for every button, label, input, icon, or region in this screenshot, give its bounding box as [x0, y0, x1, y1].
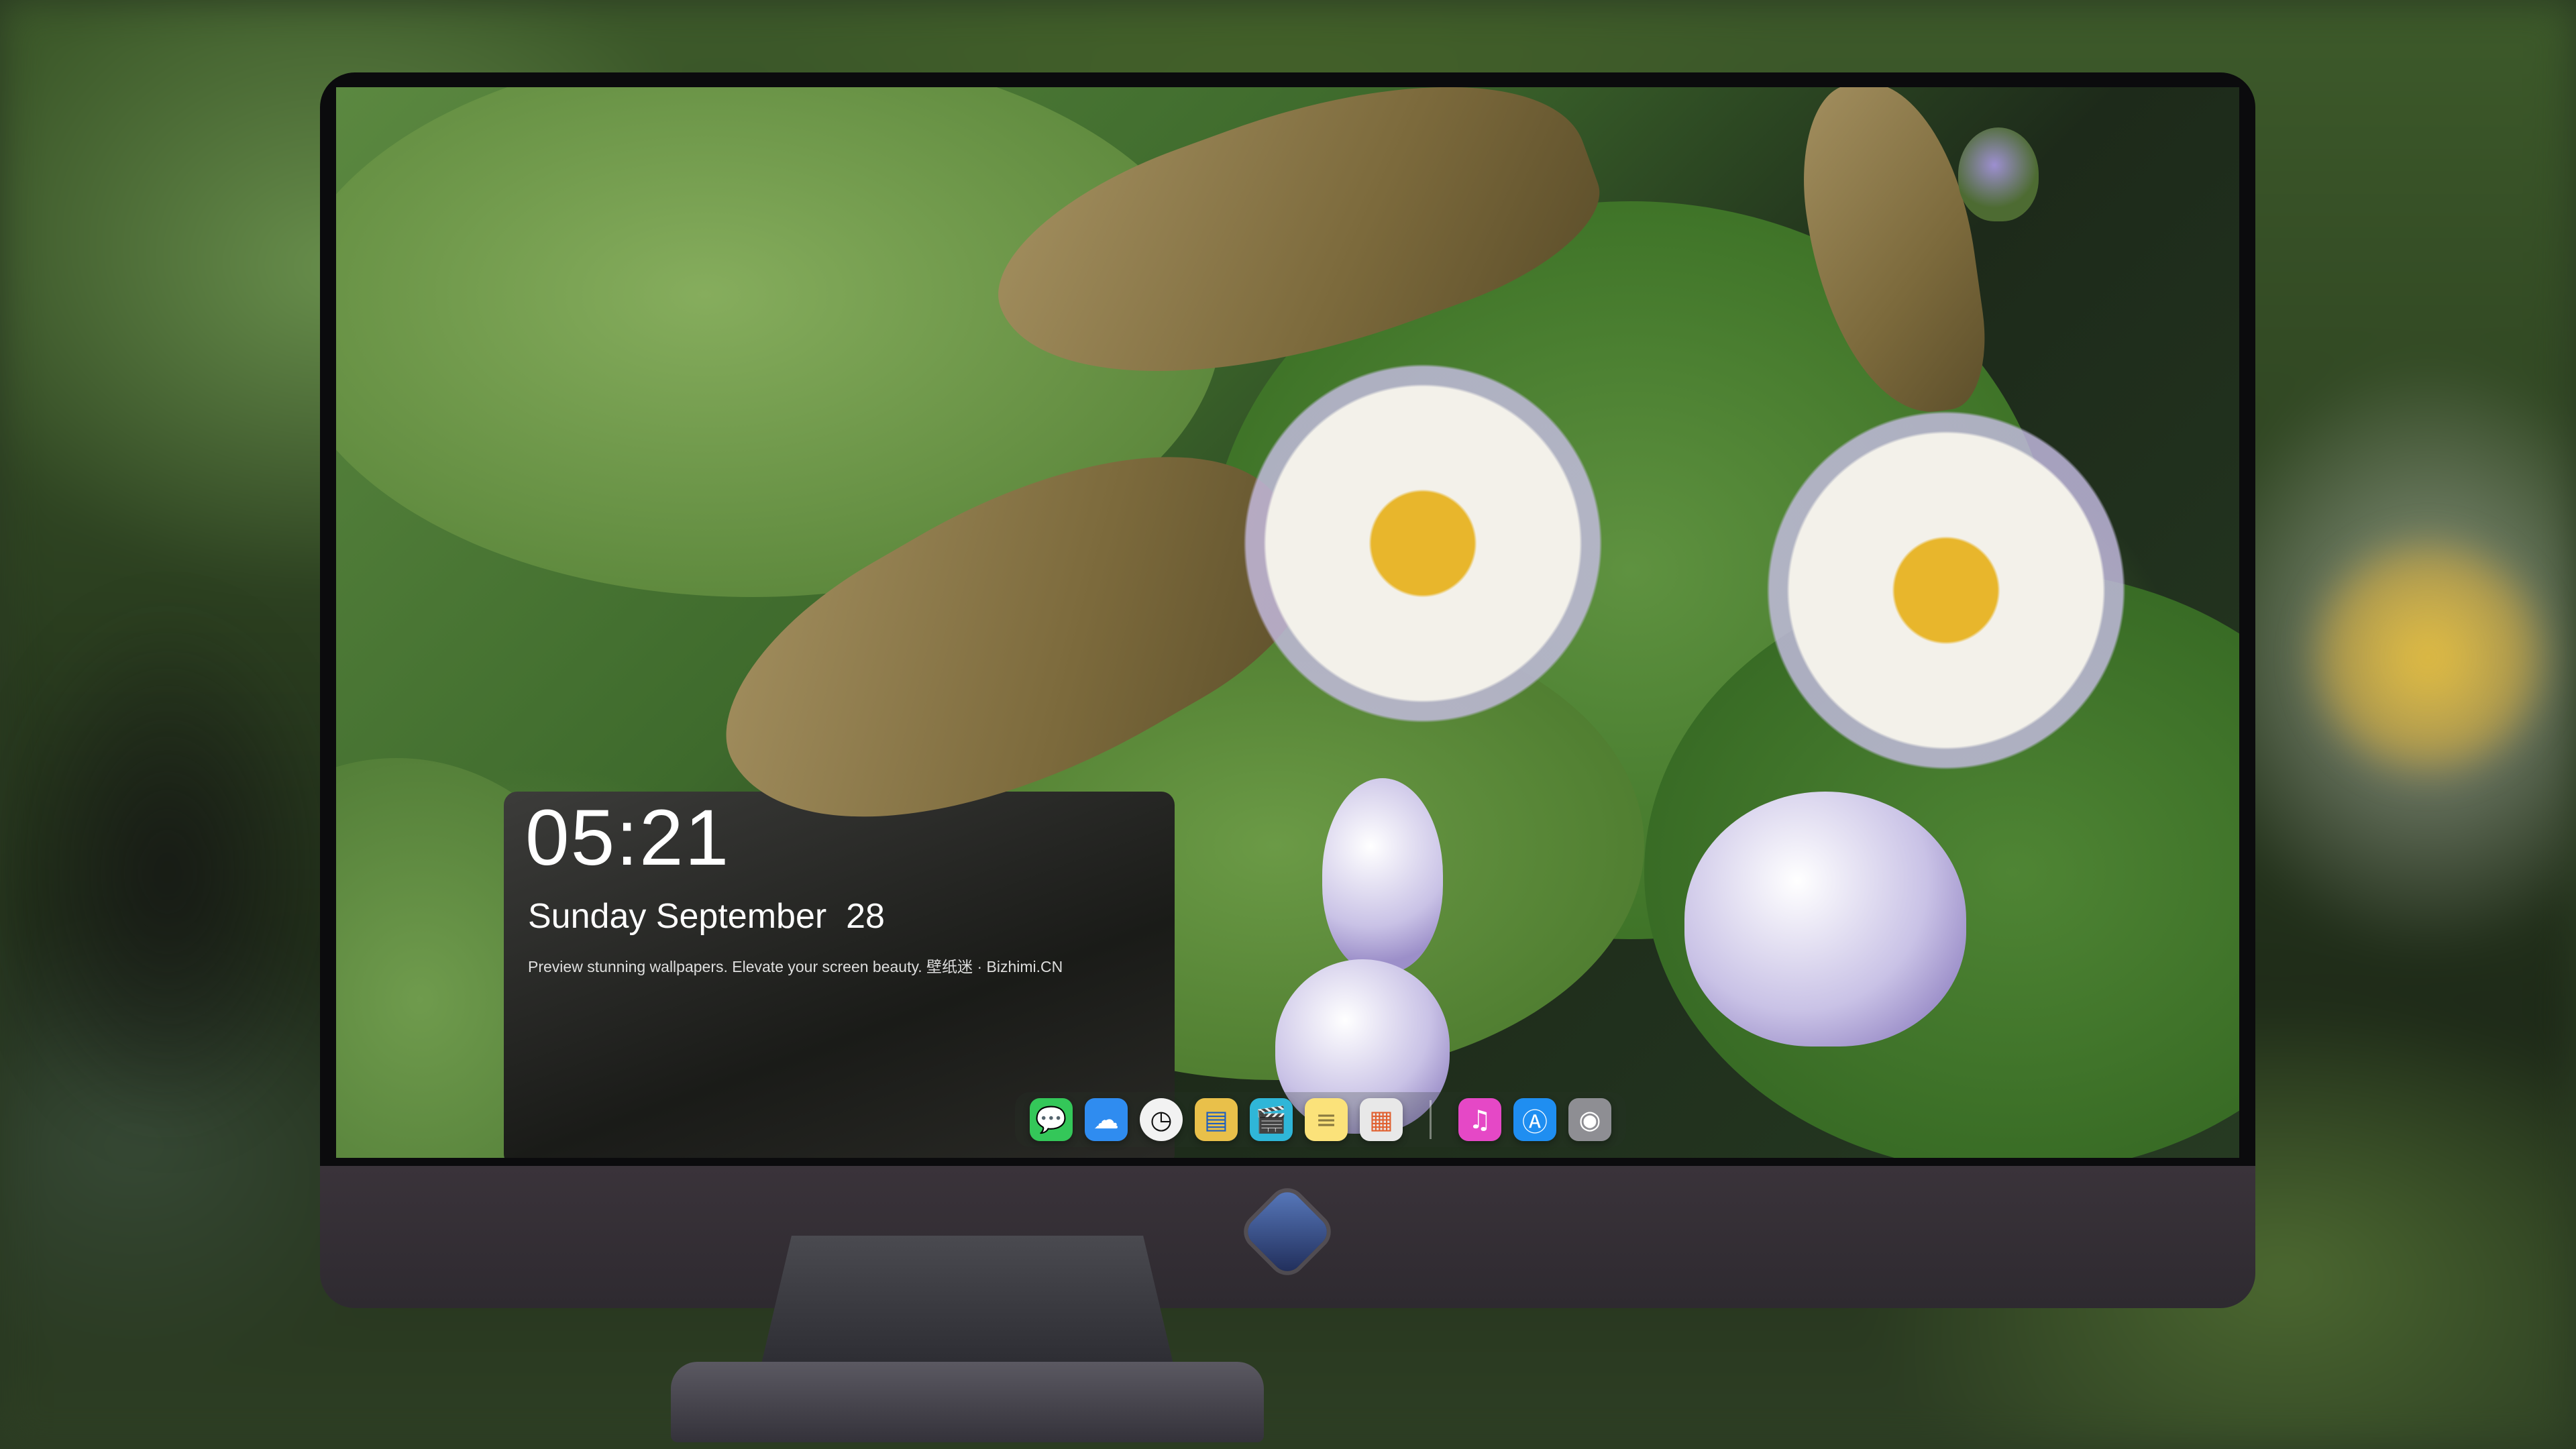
mascot-logo-icon [1242, 1186, 1333, 1277]
monitor: 05:21 Sunday September 28 Preview stunni… [320, 72, 2255, 1308]
preview-icon[interactable]: ▤ [1195, 1098, 1238, 1141]
blurred-shadow [0, 604, 335, 1140]
screen: 05:21 Sunday September 28 Preview stunni… [336, 87, 2239, 1158]
music-note-icon[interactable]: ♫ [1458, 1098, 1501, 1141]
water-lily-flower [1745, 389, 2147, 792]
camera-icon[interactable]: ◉ [1568, 1098, 1611, 1141]
weather-cloud-icon[interactable]: ☁ [1085, 1098, 1128, 1141]
monitor-stand-neck [758, 1236, 1177, 1378]
blurred-flower [2308, 537, 2549, 778]
clock-icon[interactable]: ◷ [1140, 1098, 1183, 1141]
clapperboard-icon[interactable]: 🎬 [1250, 1098, 1293, 1141]
water-lily-flower [1222, 342, 1624, 745]
monitor-bezel: 05:21 Sunday September 28 Preview stunni… [320, 72, 2255, 1166]
messages-icon[interactable]: 💬 [1030, 1098, 1073, 1141]
notes-icon[interactable]: ≡ [1305, 1098, 1348, 1141]
gallery-grid-icon[interactable]: ▦ [1360, 1098, 1403, 1141]
water-lily-bud [1958, 127, 2039, 221]
dock: 💬 ☁ ◷ ▤ 🎬 ≡ ▦ ♫ Ⓐ ◉ [1015, 1092, 1626, 1147]
wallpaper-tagline: Preview stunning wallpapers. Elevate you… [528, 958, 1063, 975]
water-lily-bud [1684, 792, 1966, 1046]
water-lily-bud [1322, 778, 1443, 973]
monitor-stand-base [671, 1362, 1264, 1442]
app-store-icon[interactable]: Ⓐ [1513, 1098, 1556, 1141]
lock-date: Sunday September 28 [528, 897, 885, 936]
lock-clock: 05:21 [525, 794, 731, 882]
monitor-chin [320, 1166, 2255, 1308]
dock-separator [1430, 1100, 1432, 1139]
